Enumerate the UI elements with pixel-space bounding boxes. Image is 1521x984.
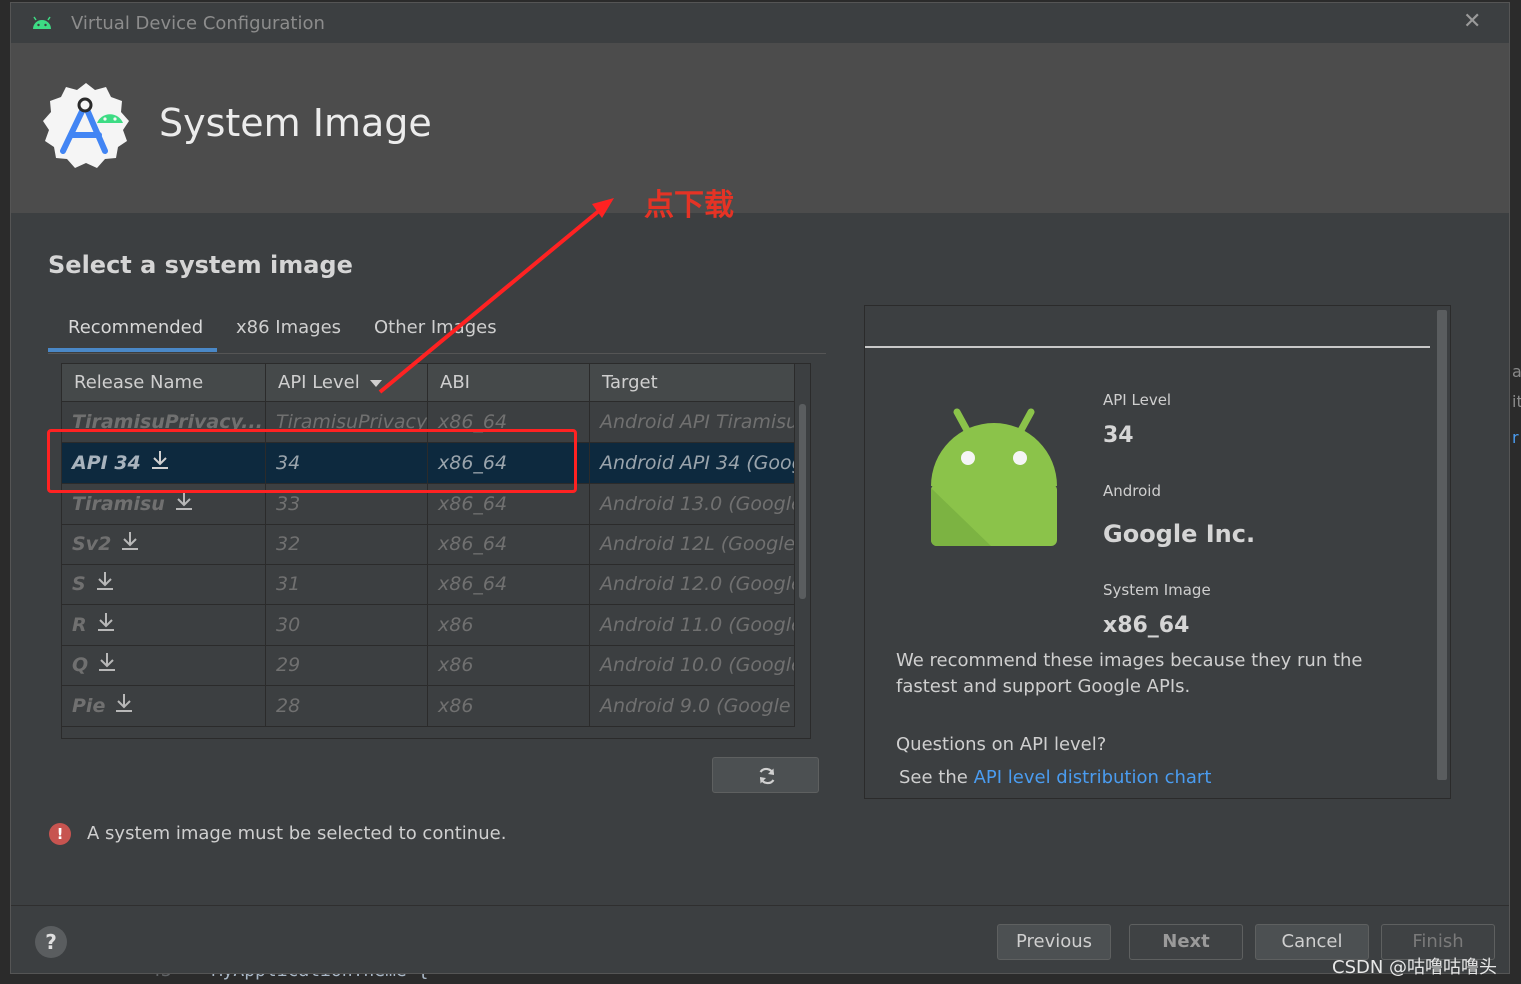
abi-cell: x86 — [428, 645, 590, 685]
table-row[interactable]: S 31 x86_64 Android 12.0 (Google / — [62, 564, 795, 605]
download-icon[interactable] — [96, 565, 114, 605]
details-divider — [865, 346, 1430, 348]
abi-cell: x86 — [428, 605, 590, 645]
refresh-button[interactable] — [712, 757, 819, 793]
download-icon[interactable] — [98, 646, 116, 686]
release-name: R — [72, 614, 87, 636]
annotation-text: 点下载 — [644, 188, 734, 223]
target-cell: Android API 34 (Googl — [590, 443, 795, 483]
target-cell: Android 9.0 (Google A — [590, 686, 795, 726]
background-fragment: it — [1512, 392, 1521, 411]
active-tab-indicator — [48, 348, 217, 352]
column-header-target[interactable]: Target — [590, 364, 795, 401]
tab-other-images[interactable]: Other Images — [374, 317, 497, 338]
vendor-value: Google Inc. — [1103, 520, 1256, 548]
release-name-cell: Q — [62, 645, 266, 685]
virtual-device-dialog: Virtual Device Configuration ✕ System Im… — [10, 2, 1510, 974]
table-row[interactable]: R 30 x86 Android 11.0 (Google / — [62, 605, 795, 646]
column-header-api-level[interactable]: API Level — [266, 364, 428, 401]
see-chart-line: See the API level distribution chart — [899, 765, 1429, 791]
download-icon[interactable] — [121, 525, 139, 565]
error-message: A system image must be selected to conti… — [87, 823, 507, 844]
column-header-release-name[interactable]: Release Name — [62, 364, 266, 401]
title-bar: Virtual Device Configuration ✕ — [11, 3, 1509, 43]
abi-cell: x86_64 — [428, 524, 590, 564]
next-button[interactable]: Next — [1129, 924, 1243, 960]
release-name: S — [72, 573, 86, 595]
release-name: Sv2 — [72, 533, 112, 555]
release-name-cell: S — [62, 564, 266, 604]
abi-cell: x86 — [428, 686, 590, 726]
column-label: Target — [602, 372, 658, 393]
dialog-footer: ? Previous Next Cancel Finish — [11, 905, 1509, 976]
android-label: Android — [1103, 482, 1161, 500]
table-row[interactable]: Pie 28 x86 Android 9.0 (Google A — [62, 686, 795, 727]
recommend-text: We recommend these images because they r… — [896, 650, 1363, 697]
csdn-watermark: CSDN @咕噜咕噜头 — [1332, 957, 1498, 978]
table-row[interactable]: Q 29 x86 Android 10.0 (Google / — [62, 645, 795, 686]
release-name: Tiramisu — [72, 493, 165, 515]
api-distribution-link[interactable]: API level distribution chart — [974, 767, 1212, 788]
api-level-cell: 29 — [266, 645, 428, 685]
background-ide-left — [0, 0, 10, 984]
see-the-text: See the — [899, 767, 968, 788]
error-icon: ! — [49, 823, 71, 845]
page-title: System Image — [159, 101, 432, 145]
tab-recommended[interactable]: Recommended — [68, 317, 203, 338]
api-level-value: 34 — [1103, 423, 1134, 448]
api-level-cell: 31 — [266, 564, 428, 604]
release-name: Pie — [72, 695, 106, 717]
annotation-highlight-box — [47, 429, 577, 493]
tab-x86-images[interactable]: x86 Images — [236, 317, 341, 338]
target-cell: Android 12.0 (Google / — [590, 564, 795, 604]
wizard-header: System Image — [11, 43, 1509, 213]
table-scrollbar-thumb[interactable] — [799, 404, 806, 599]
column-label: API Level — [278, 372, 360, 393]
release-name-cell: R — [62, 605, 266, 645]
target-cell: Android 13.0 (Google / — [590, 484, 795, 524]
table-row[interactable]: Sv2 32 x86_64 Android 12L (Google A — [62, 524, 795, 565]
android-studio-logo-icon — [41, 81, 131, 175]
system-image-value: x86_64 — [1103, 613, 1190, 638]
download-icon[interactable] — [115, 687, 133, 727]
column-label: ABI — [440, 372, 470, 393]
api-level-cell: 28 — [266, 686, 428, 726]
refresh-icon — [759, 767, 775, 785]
previous-button[interactable]: Previous — [997, 924, 1111, 960]
api-level-label: API Level — [1103, 391, 1172, 409]
android-robot-icon — [927, 406, 1061, 556]
target-cell: Android API TiramisuP — [590, 402, 795, 442]
release-name-cell: Sv2 — [62, 524, 266, 564]
sort-descending-icon — [369, 379, 382, 387]
api-level-cell: 32 — [266, 524, 428, 564]
target-cell: Android 12L (Google A — [590, 524, 795, 564]
table-header: Release Name API Level ABI Target — [62, 364, 795, 402]
details-panel: API Level 34 Android Google Inc. System … — [864, 305, 1451, 799]
image-tabs: Recommended x86 Images Other Images — [48, 313, 826, 354]
window-title: Virtual Device Configuration — [71, 13, 325, 34]
api-question: Questions on API level? — [896, 734, 1107, 755]
background-ide-right: a it r — [1510, 0, 1521, 984]
release-name: Q — [72, 654, 89, 676]
target-cell: Android 11.0 (Google / — [590, 605, 795, 645]
abi-cell: x86_64 — [428, 564, 590, 604]
background-fragment: r — [1512, 428, 1519, 447]
system-image-label: System Image — [1103, 581, 1211, 599]
close-icon[interactable]: ✕ — [1463, 9, 1481, 34]
help-button[interactable]: ? — [35, 926, 67, 958]
system-image-table: Release Name API Level ABI Target Tirami… — [61, 363, 811, 739]
details-scrollbar[interactable] — [1437, 310, 1447, 780]
target-cell: Android 10.0 (Google / — [590, 645, 795, 685]
download-icon[interactable] — [97, 606, 115, 646]
column-header-abi[interactable]: ABI — [428, 364, 590, 401]
section-title: Select a system image — [48, 251, 353, 279]
column-label: Release Name — [74, 372, 204, 393]
release-name-cell: Pie — [62, 686, 266, 726]
api-level-cell: 30 — [266, 605, 428, 645]
background-fragment: a — [1512, 362, 1521, 381]
android-head-icon — [31, 15, 53, 34]
